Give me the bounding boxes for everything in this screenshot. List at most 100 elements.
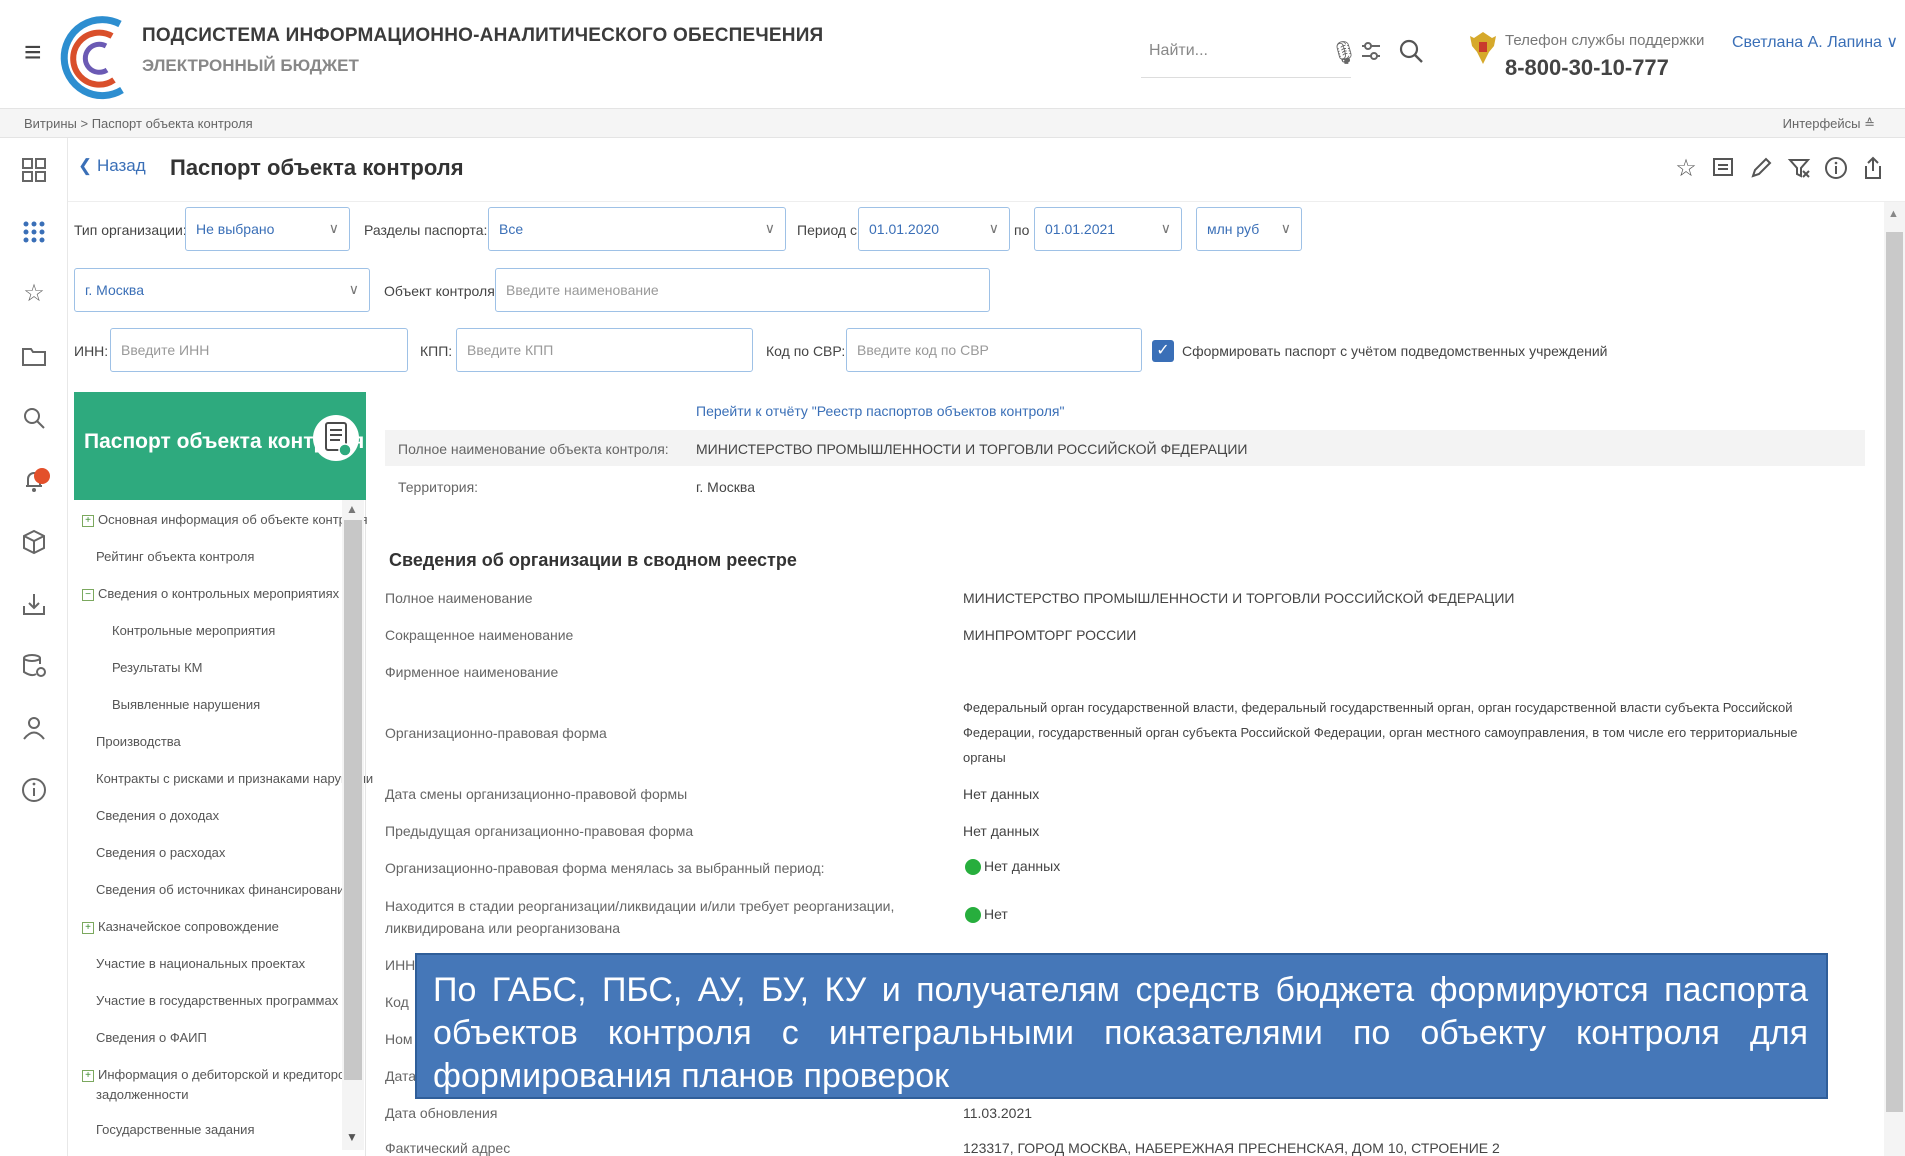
row-label: Сокращенное наименование bbox=[385, 627, 574, 643]
search-settings-icon[interactable] bbox=[1360, 40, 1382, 62]
user-menu[interactable]: Светлана А. Лапина ∨ bbox=[1732, 32, 1898, 52]
row-label: Код bbox=[385, 994, 409, 1010]
scroll-down-arrow-icon[interactable]: ▼ bbox=[346, 1130, 358, 1144]
full-name-label: Полное наименование объекта контроля: bbox=[398, 441, 669, 457]
scroll-up-arrow-icon[interactable]: ▲ bbox=[346, 502, 358, 516]
row-value: Нет данных bbox=[963, 823, 1040, 839]
search-input[interactable] bbox=[1149, 42, 1299, 60]
app-title: ПОДСИСТЕМА ИНФОРМАЦИОННО-АНАЛИТИЧЕСКОГО … bbox=[142, 25, 824, 46]
callout-text: По ГАБС, ПБС, АУ, БУ, КУ и получателям с… bbox=[433, 971, 1808, 1095]
nav-item-state-tasks[interactable]: Государственные задания bbox=[96, 1122, 255, 1137]
user-profile-icon[interactable] bbox=[20, 714, 48, 742]
info-circle-icon[interactable] bbox=[1823, 156, 1849, 182]
search-box bbox=[1141, 30, 1351, 78]
object-label: Объект контроля bbox=[384, 283, 495, 299]
region-select[interactable]: г. Москва ∨ bbox=[74, 268, 370, 312]
sections-select[interactable]: Все ∨ bbox=[488, 207, 786, 251]
share-export-icon[interactable] bbox=[1860, 156, 1886, 182]
expand-plus-icon[interactable]: + bbox=[82, 514, 94, 527]
row-value: Нет данных bbox=[963, 786, 1040, 802]
package-box-icon[interactable] bbox=[20, 528, 48, 556]
favorites-star-icon[interactable]: ☆ bbox=[20, 280, 48, 308]
support-label: Телефон службы поддержки bbox=[1505, 32, 1705, 49]
nav-item-km-results[interactable]: Результаты КМ bbox=[112, 660, 202, 675]
nav-item-control-measures[interactable]: Контрольные мероприятия bbox=[112, 623, 275, 638]
back-link[interactable]: ❮ Назад bbox=[78, 156, 146, 176]
nav-item-treasury[interactable]: + Казначейское сопровождение bbox=[82, 919, 279, 934]
edit-pencil-icon[interactable] bbox=[1748, 156, 1774, 182]
territory-value: г. Москва bbox=[696, 479, 755, 495]
region-value: г. Москва bbox=[85, 282, 144, 298]
favorite-star-icon[interactable]: ☆ bbox=[1673, 156, 1699, 182]
nav-item-control-events[interactable]: − Сведения о контрольных мероприятиях bbox=[82, 586, 339, 601]
nav-item-violations[interactable]: Выявленные нарушения bbox=[112, 697, 260, 712]
breadcrumb[interactable]: Витрины > Паспорт объекта контроля bbox=[24, 116, 253, 131]
app-logo-icon bbox=[60, 16, 124, 100]
chevron-down-icon: ∨ bbox=[328, 220, 339, 236]
object-name-input[interactable]: Введите наименование bbox=[495, 268, 990, 312]
row-value: МИНИСТЕРСТВО ПРОМЫШЛЕННОСТИ И ТОРГОВЛИ Р… bbox=[963, 590, 1515, 606]
folder-icon[interactable] bbox=[20, 342, 48, 370]
database-settings-icon[interactable] bbox=[20, 652, 48, 680]
inn-input[interactable]: Введите ИНН bbox=[110, 328, 408, 372]
row-label: Дата bbox=[385, 1068, 417, 1084]
chevron-down-icon: ∨ bbox=[764, 220, 775, 236]
nav-item-proceedings[interactable]: Производства bbox=[96, 734, 181, 749]
nav-scrollbar-thumb[interactable] bbox=[344, 520, 362, 1080]
svr-input[interactable]: Введите код по СВР bbox=[846, 328, 1142, 372]
row-label: Дата обновления bbox=[385, 1105, 498, 1121]
download-tray-icon[interactable] bbox=[20, 590, 48, 618]
nav-item-faip[interactable]: Сведения о ФАИП bbox=[96, 1030, 207, 1045]
row-value: органы bbox=[963, 750, 1006, 765]
clear-filter-icon[interactable] bbox=[1786, 156, 1812, 182]
breadcrumb-bar: Витрины > Паспорт объекта контроля Интер… bbox=[0, 108, 1905, 138]
expand-plus-icon[interactable]: + bbox=[82, 921, 94, 934]
interfaces-menu[interactable]: Интерфейсы ≙ bbox=[1783, 116, 1875, 132]
collapse-minus-icon[interactable]: − bbox=[82, 588, 94, 601]
period-from-select[interactable]: 01.01.2020 ∨ bbox=[858, 207, 1010, 251]
comment-icon[interactable] bbox=[1710, 156, 1736, 182]
hamburger-menu-icon[interactable]: ≡ bbox=[24, 38, 42, 68]
nav-item-risk-contracts[interactable]: Контракты с рисками и признаками нарушен… bbox=[96, 771, 373, 786]
microphone-icon[interactable]: 🎙︎ bbox=[1330, 40, 1358, 66]
units-select[interactable]: млн руб ∨ bbox=[1196, 207, 1302, 251]
full-name-value: МИНИСТЕРСТВО ПРОМЫШЛЕННОСТИ И ТОРГОВЛИ Р… bbox=[696, 441, 1248, 457]
search-icon[interactable] bbox=[1398, 38, 1424, 64]
presentation-callout: По ГАБС, ПБС, АУ, БУ, КУ и получателям с… bbox=[415, 953, 1828, 1099]
main-scrollbar-thumb[interactable] bbox=[1886, 232, 1903, 1112]
period-to-label: по bbox=[1014, 222, 1030, 238]
expand-plus-icon[interactable]: + bbox=[82, 1069, 94, 1082]
passport-nav-header: Паспорт объекта контроля bbox=[74, 392, 366, 500]
subordinate-checkbox[interactable]: ✓ bbox=[1152, 340, 1174, 362]
report-registry-link[interactable]: Перейти к отчёту "Реестр паспортов объек… bbox=[696, 403, 1064, 419]
org-type-select[interactable]: Не выбрано ∨ bbox=[185, 207, 350, 251]
row-value: Федерации, государственный орган субъект… bbox=[963, 725, 1798, 740]
nav-item-income[interactable]: Сведения о доходах bbox=[96, 808, 219, 823]
nav-item-state-programs[interactable]: Участие в государственных программах bbox=[96, 993, 338, 1008]
sections-label: Разделы паспорта: bbox=[364, 222, 488, 238]
nav-item-receivables-cont[interactable]: задолженности bbox=[96, 1087, 189, 1102]
status-green-dot-icon bbox=[965, 859, 981, 876]
inn-label: ИНН: bbox=[74, 343, 109, 359]
row-value: 11.03.2021 bbox=[963, 1105, 1033, 1121]
kpp-input[interactable]: Введите КПП bbox=[456, 328, 753, 372]
nav-item-basic-info[interactable]: + Основная информация об объекте контроля bbox=[82, 512, 367, 527]
dashboard-grid-icon[interactable] bbox=[20, 156, 48, 184]
apps-dots-icon[interactable] bbox=[20, 218, 48, 246]
row-value: Нет bbox=[965, 906, 1008, 924]
row-label: ИНН bbox=[385, 957, 416, 973]
info-icon[interactable] bbox=[20, 776, 48, 804]
sections-value: Все bbox=[499, 221, 524, 237]
nav-item-rating[interactable]: Рейтинг объекта контроля bbox=[96, 549, 254, 564]
object-name-placeholder: Введите наименование bbox=[506, 282, 659, 298]
search-rail-icon[interactable] bbox=[20, 404, 48, 432]
nav-item-funding-sources[interactable]: Сведения об источниках финансирования bbox=[96, 882, 352, 897]
period-to-select[interactable]: 01.01.2021 ∨ bbox=[1034, 207, 1182, 251]
nav-item-expenses[interactable]: Сведения о расходах bbox=[96, 845, 225, 860]
scroll-up-arrow-icon[interactable]: ▲ bbox=[1888, 208, 1899, 220]
nav-item-national-projects[interactable]: Участие в национальных проектах bbox=[96, 956, 305, 971]
row-label: Ном bbox=[385, 1031, 413, 1047]
row-label: Находится в стадии реорганизации/ликвида… bbox=[385, 898, 895, 914]
subordinate-checkbox-label[interactable]: Сформировать паспорт с учётом подведомст… bbox=[1182, 343, 1607, 359]
nav-item-receivables[interactable]: + Информация о дебиторской и кредиторской bbox=[82, 1067, 365, 1082]
